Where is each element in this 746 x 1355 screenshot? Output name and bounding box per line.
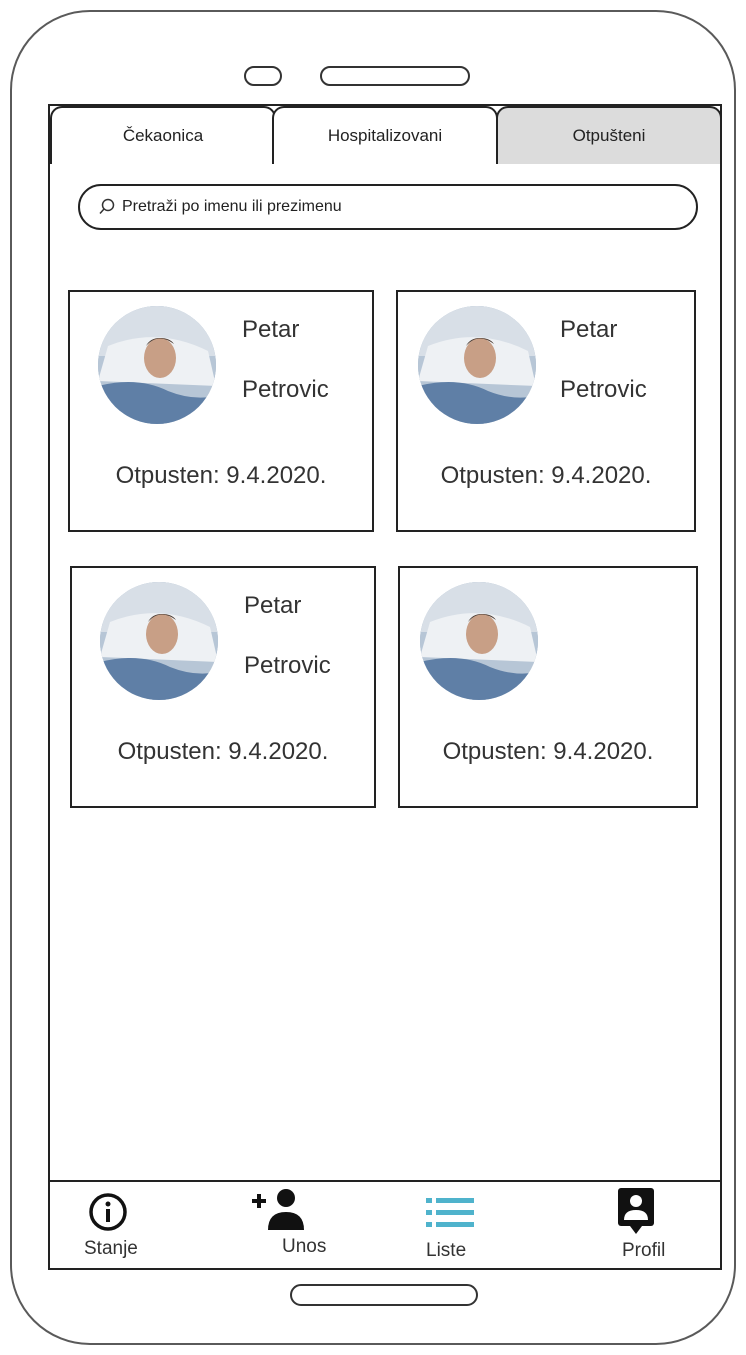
- patient-last-name: Petrovic: [244, 652, 331, 679]
- app-screen: Čekaonica Hospitalizovani Otpušteni Pret…: [48, 104, 722, 1270]
- patient-avatar: [418, 306, 536, 424]
- patient-card[interactable]: Otpusten: 9.4.2020.: [398, 566, 698, 808]
- discharge-date: Otpusten: 9.4.2020.: [440, 462, 652, 489]
- patient-avatar: [98, 306, 216, 424]
- discharge-date: Otpusten: 9.4.2020.: [442, 738, 654, 765]
- tab-cekaonica[interactable]: Čekaonica: [50, 106, 276, 164]
- tab-bar: Čekaonica Hospitalizovani Otpušteni: [50, 106, 722, 164]
- speaker: [320, 66, 470, 86]
- nav-label: Unos: [282, 1236, 327, 1257]
- tab-otpusteni[interactable]: Otpušteni: [496, 106, 722, 164]
- camera: [244, 66, 282, 86]
- list-icon: [426, 1198, 474, 1227]
- patient-first-name: Petar: [244, 592, 302, 619]
- nav-unos[interactable]: Unos: [220, 1182, 370, 1270]
- search-icon: [99, 198, 115, 214]
- patient-card[interactable]: Petar Petrovic Otpusten: 9.4.2020.: [68, 290, 374, 532]
- bottom-navigation: Stanje Unos Liste Profil: [50, 1180, 720, 1268]
- search-input[interactable]: [122, 198, 662, 216]
- nav-stanje[interactable]: Stanje: [50, 1182, 200, 1270]
- patient-avatar: [100, 582, 218, 700]
- search-bar[interactable]: [78, 184, 698, 230]
- nav-label: Stanje: [84, 1238, 138, 1259]
- patient-avatar: [420, 582, 538, 700]
- patient-first-name: Petar: [242, 316, 300, 343]
- nav-profil[interactable]: Profil: [560, 1182, 720, 1270]
- phone-frame: Čekaonica Hospitalizovani Otpušteni Pret…: [10, 10, 736, 1345]
- patient-card[interactable]: Petar Petrovic Otpusten: 9.4.2020.: [70, 566, 376, 808]
- nav-label: Profil: [622, 1240, 666, 1261]
- patient-card[interactable]: Petar Petrovic Otpusten: 9.4.2020.: [396, 290, 696, 532]
- profile-icon: [618, 1188, 654, 1234]
- discharge-date: Otpusten: 9.4.2020.: [117, 738, 329, 765]
- discharge-date: Otpusten: 9.4.2020.: [115, 462, 327, 489]
- patient-first-name: Petar: [560, 316, 618, 343]
- patient-last-name: Petrovic: [242, 376, 329, 403]
- add-user-icon: [252, 1189, 304, 1230]
- nav-liste[interactable]: Liste: [390, 1182, 540, 1270]
- info-icon: [89, 1193, 127, 1231]
- nav-label: Liste: [426, 1240, 467, 1261]
- home-button[interactable]: [290, 1284, 478, 1306]
- patient-last-name: Petrovic: [560, 376, 647, 403]
- tab-hospitalizovani[interactable]: Hospitalizovani: [272, 106, 498, 164]
